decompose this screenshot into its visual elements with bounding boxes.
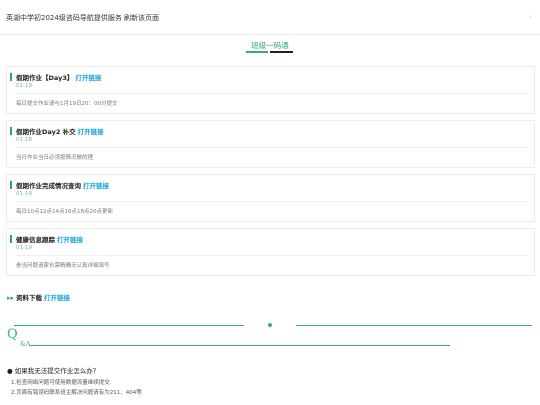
faq-question: ● 如果我无法提交作业怎么办？ xyxy=(7,367,100,375)
card-description: 每日10点12点14点16点18点20点更新 xyxy=(16,209,113,215)
qa-divider-right xyxy=(296,325,532,326)
card-accent-bar xyxy=(10,235,12,243)
open-link[interactable]: 打开链接 xyxy=(75,74,101,82)
card-description: 当日作业当日必须按情况做的理 xyxy=(16,155,94,161)
card-accent-bar xyxy=(10,181,12,189)
list-item[interactable]: 健康信息跟踪 打开链接 01-19 参当问题请家长需精确天认真详细填写 xyxy=(6,228,535,276)
chevron-right-icon[interactable]: › xyxy=(529,12,532,21)
card-accent-bar xyxy=(10,73,12,81)
qa-divider-left xyxy=(14,325,244,326)
tab-bar: 班级一码通 xyxy=(0,34,540,58)
card-date: 01-18 xyxy=(16,137,32,143)
card-title: 假期作业Day2 补交 打开链接 xyxy=(16,128,104,136)
divider xyxy=(16,255,529,256)
faq-answer: 2.页面有错误码联系班主解决问题请有为211、404等. xyxy=(11,390,144,396)
download-label: 资料下载 xyxy=(16,294,43,302)
divider xyxy=(16,93,529,94)
list-item[interactable]: 假期作业【Day3】 打开链接 01-19 每日提交作业请与1月19日20：00分… xyxy=(6,66,535,114)
card-title: 假期作业【Day3】 打开链接 xyxy=(16,74,102,82)
divider xyxy=(16,147,529,148)
tab-class-code[interactable]: 班级一码通 xyxy=(0,40,540,51)
double-chevron-right-icon: ▸▸ xyxy=(7,294,15,302)
card-date: 01-19 xyxy=(16,245,32,251)
qa-q-letter: Q xyxy=(7,327,18,342)
download-open-link[interactable]: 打开链接 xyxy=(44,294,70,302)
card-description: 参当问题请家长需精确天认真详细填写 xyxy=(16,263,110,269)
open-link[interactable]: 打开链接 xyxy=(57,236,83,244)
qa-dot xyxy=(268,323,272,327)
card-date: 01-19 xyxy=(16,191,32,197)
list-item[interactable]: 假期作业完成情况查询 打开链接 01-19 每日10点12点14点16点18点20… xyxy=(6,174,535,222)
qa-amp-a: &A xyxy=(20,340,31,348)
tab-underline-active xyxy=(246,51,268,53)
card-date: 01-19 xyxy=(16,83,32,89)
open-link[interactable]: 打开链接 xyxy=(78,128,104,136)
card-title: 假期作业完成情况查询 打开链接 xyxy=(16,182,109,190)
open-link[interactable]: 打开链接 xyxy=(83,182,109,190)
faq-answer: 1.检查网络问题可使用数据流量继续提交. xyxy=(11,380,112,386)
tab-underline xyxy=(270,51,293,53)
card-description: 每日提交作业请与1月19日20：00分提交 xyxy=(16,101,118,107)
card-accent-bar xyxy=(10,127,12,135)
notice-text: 英湖中学初2024级咨码导航提供服务 刷新该页面 xyxy=(6,14,160,22)
qa-divider-bottom xyxy=(30,345,450,346)
download-section: ▸▸ 资料下载 打开链接 xyxy=(7,292,70,302)
divider xyxy=(16,201,529,202)
notice-bar[interactable]: 英湖中学初2024级咨码导航提供服务 刷新该页面 › xyxy=(0,0,540,35)
list-item[interactable]: 假期作业Day2 补交 打开链接 01-18 当日作业当日必须按情况做的理 xyxy=(6,120,535,168)
card-title: 健康信息跟踪 打开链接 xyxy=(16,236,83,244)
